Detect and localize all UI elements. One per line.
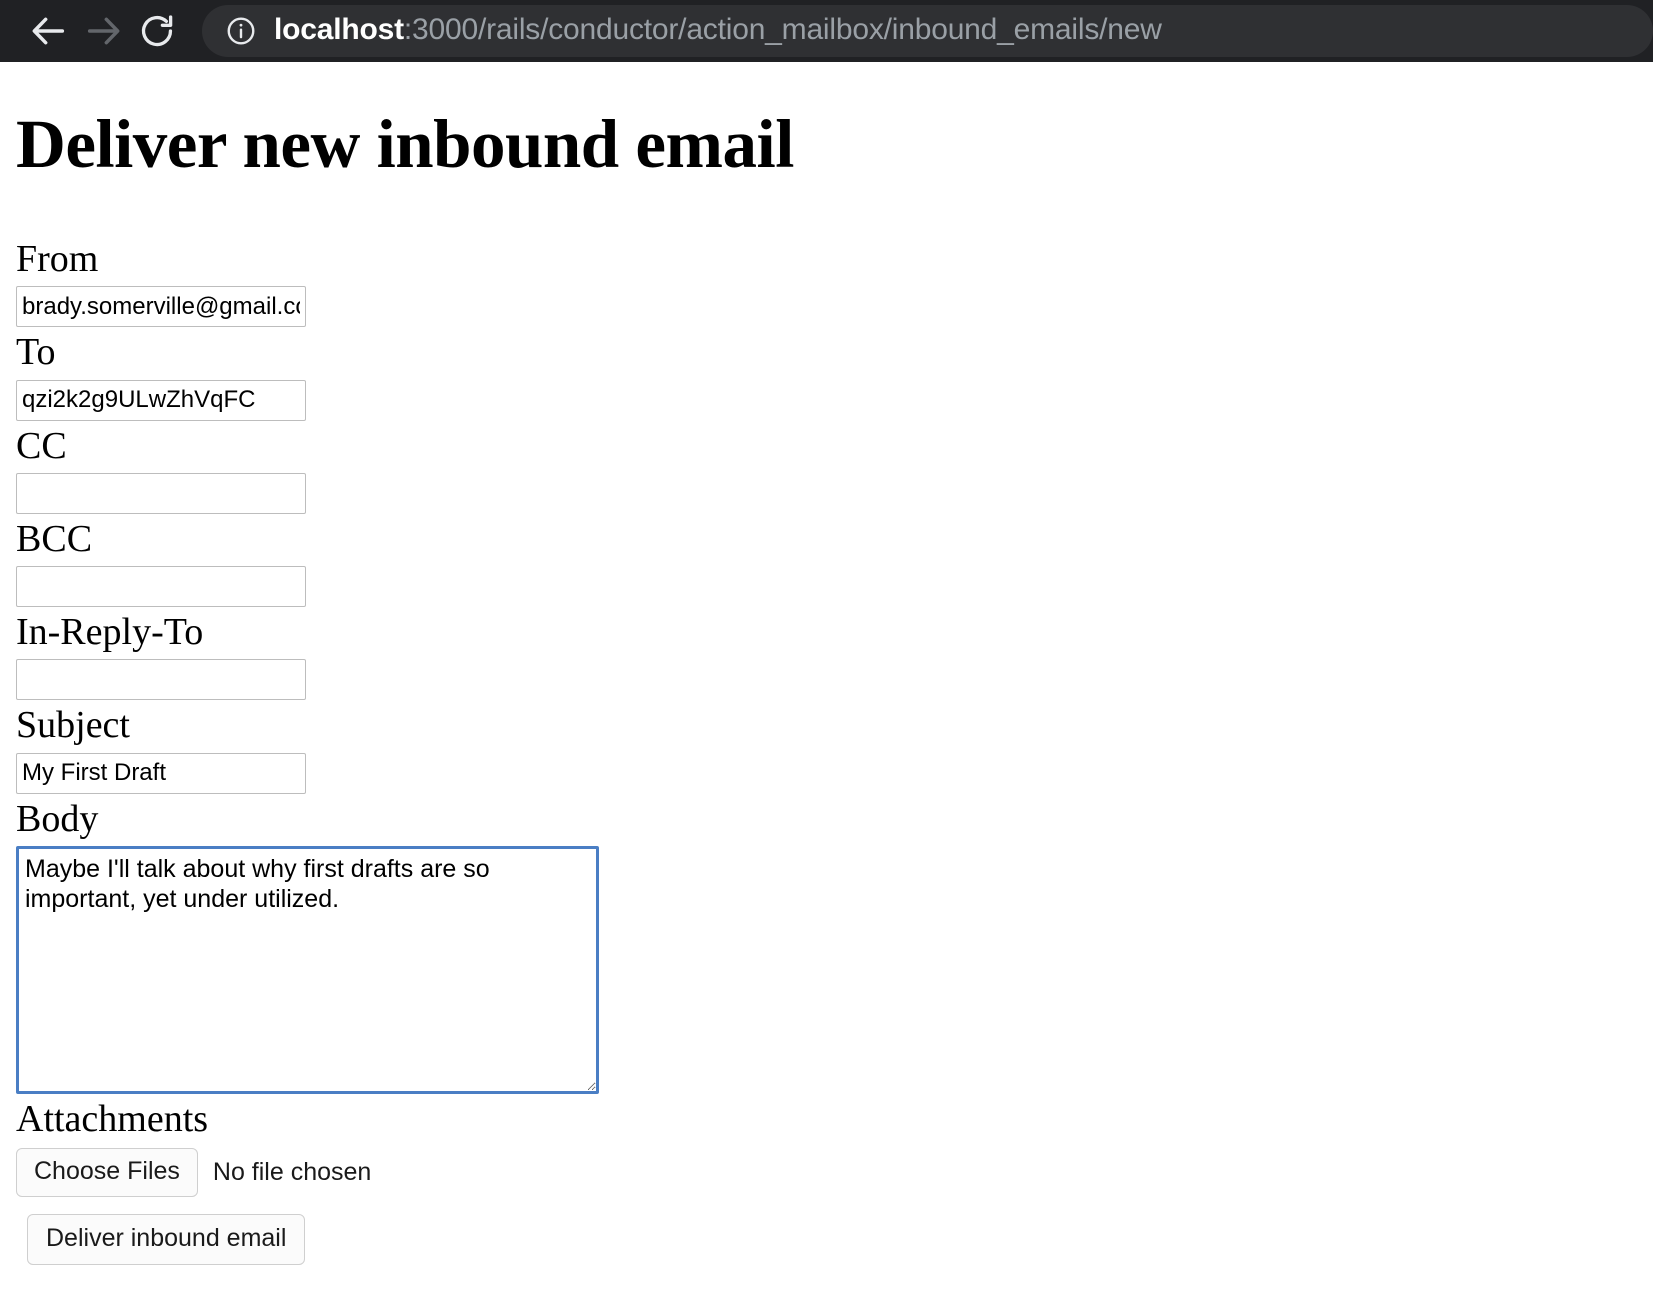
submit-row: Deliver inbound email [16,1202,1637,1266]
field-from: From [16,238,1637,328]
cc-input[interactable] [16,472,306,514]
page-title: Deliver new inbound email [16,106,794,182]
bcc-input[interactable] [16,566,306,608]
back-button[interactable] [22,4,76,58]
no-file-chosen-text: No file chosen [212,1158,372,1187]
reload-button[interactable] [130,4,184,58]
browser-toolbar: localhost:3000/rails/conductor/action_ma… [0,0,1653,62]
label-in-reply-to: In-Reply-To [16,611,204,654]
label-to: To [16,331,56,374]
inbound-email-form: From To CC BCC In-Reply-To Subject Body [16,238,1637,1266]
field-attachments: Attachments Choose Files No file chosen [16,1097,1637,1198]
label-bcc: BCC [16,517,93,560]
deliver-inbound-email-button[interactable]: Deliver inbound email [27,1214,306,1266]
field-in-reply-to: In-Reply-To [16,611,1637,701]
reload-icon [138,12,176,50]
url-display: localhost:3000/rails/conductor/action_ma… [274,15,1162,47]
page-content: Deliver new inbound email From To CC BCC… [0,106,1653,1266]
address-bar[interactable]: localhost:3000/rails/conductor/action_ma… [202,5,1653,57]
arrow-left-icon [29,11,69,51]
in-reply-to-input[interactable] [16,659,306,701]
label-from: From [16,238,99,280]
label-cc: CC [16,424,67,467]
info-circle-icon[interactable] [224,14,258,48]
from-input[interactable] [16,286,306,328]
file-input-row: Choose Files No file chosen [16,1148,1637,1198]
forward-button[interactable] [76,4,130,58]
url-path: :3000/rails/conductor/action_mailbox/inb… [403,15,1162,46]
field-to: To [16,331,1637,421]
label-subject: Subject [16,704,130,747]
label-body: Body [16,797,99,840]
field-body: Body [16,797,1637,1094]
field-subject: Subject [16,704,1637,794]
label-attachments: Attachments [16,1097,209,1140]
field-cc: CC [16,424,1637,514]
subject-input[interactable] [16,752,306,794]
field-bcc: BCC [16,517,1637,608]
url-host: localhost [274,15,404,46]
to-input[interactable] [16,379,306,421]
choose-files-button[interactable]: Choose Files [16,1148,198,1198]
arrow-right-icon [83,11,123,51]
body-textarea[interactable] [16,845,599,1094]
